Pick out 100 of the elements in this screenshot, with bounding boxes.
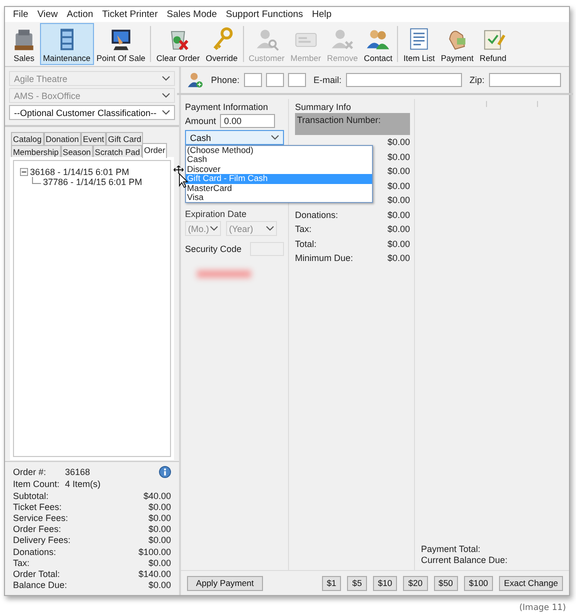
total-label: Current Balance Due:	[421, 555, 509, 566]
summary-amount: $100.00	[138, 546, 171, 557]
summary-label: Service Fees:	[13, 512, 68, 523]
menu-item[interactable]: File	[13, 9, 28, 20]
tab[interactable]: Event	[80, 132, 106, 145]
item-count-value: 4 Item(s)	[65, 479, 101, 489]
quick-amount-button[interactable]: $10	[372, 576, 398, 590]
summary-amount: $0.00	[387, 195, 410, 206]
tab[interactable]: Gift Card	[106, 132, 144, 145]
section-title: Summary Info	[295, 102, 352, 113]
summary-label: Order Total:	[13, 568, 60, 579]
summary-amount: $0.00	[387, 180, 410, 191]
summary-label: Delivery Fees:	[13, 535, 71, 546]
phone-prefix-field[interactable]	[266, 72, 284, 86]
summary-label: Ticket Fees:	[13, 502, 62, 512]
menu-item[interactable]: View	[37, 9, 58, 20]
info-icon[interactable]	[159, 466, 171, 478]
toolbar-button[interactable]: Maintenance	[40, 23, 94, 65]
expiration-date-label: Expiration Date	[185, 209, 248, 219]
summary-amount: $0.00	[387, 166, 410, 176]
toolbar-button[interactable]: Refund	[476, 23, 510, 65]
summary-amount: $0.00	[148, 512, 171, 523]
chevron-icon	[266, 226, 274, 231]
toolbar-button[interactable]: Point Of Sale	[94, 23, 148, 65]
payment-method-dropdown[interactable]: Cash	[185, 130, 284, 145]
apply-payment-button[interactable]: Apply Payment	[187, 576, 263, 590]
person-add-icon[interactable]	[187, 72, 203, 88]
chevron-icon	[162, 76, 170, 81]
security-code-label: Security Code	[185, 244, 242, 254]
toolbar-button[interactable]: Contact	[360, 23, 396, 65]
toolbar-button[interactable]: Payment	[438, 23, 477, 65]
tab[interactable]: Donation	[44, 132, 81, 145]
quick-amount-button[interactable]: $5	[347, 576, 367, 590]
quick-amount-button[interactable]: $50	[434, 576, 458, 590]
summary-amount: $0.00	[387, 224, 410, 234]
quick-amount-button[interactable]: Exact Change	[499, 576, 563, 590]
summary-label: Donations:	[13, 546, 56, 557]
menu-item[interactable]: Help	[312, 9, 332, 20]
summary-label: Donations:	[295, 210, 338, 220]
summary-amount: $0.00	[148, 558, 171, 568]
phone-label: Phone:	[211, 74, 240, 84]
section-title: Payment Information	[185, 102, 270, 113]
summary-amount: $0.00	[148, 580, 171, 590]
phone-number-field[interactable]	[288, 72, 306, 86]
tree-item[interactable]: 37786 - 1/14/15 6:01 PM	[43, 177, 142, 187]
email-field[interactable]	[346, 72, 462, 86]
menu-item[interactable]: Sales Mode	[166, 9, 217, 20]
summary-amount: $0.00	[387, 253, 410, 264]
tree-item[interactable]: 36168 - 1/14/15 6:01 PM	[30, 167, 130, 177]
summary-amount: $0.00	[387, 238, 410, 249]
order-number-label: Order #:	[13, 467, 48, 477]
tab[interactable]: Order	[142, 143, 168, 158]
toolbar-button[interactable]: Clear Order	[153, 23, 203, 65]
tab[interactable]: Catalog	[11, 132, 44, 145]
chevron-icon	[162, 110, 170, 115]
dropdown-option[interactable]: Visa	[186, 192, 372, 202]
zip-field[interactable]	[488, 72, 561, 86]
total-label: Payment Total:	[421, 544, 482, 555]
dropdown-field[interactable]: --Optional Customer Classification--	[9, 105, 175, 120]
dropdown-option[interactable]: MasterCard	[186, 184, 372, 193]
menu-item[interactable]: Support Functions	[226, 9, 304, 20]
amount-field[interactable]: 0.00	[220, 114, 276, 128]
toolbar-button[interactable]: Item List	[400, 23, 438, 65]
menu-item[interactable]: Action	[66, 9, 94, 20]
item-count-label: Item Count:	[13, 479, 61, 489]
image-caption: (Image 11)	[519, 603, 566, 613]
summary-label: Balance Due:	[13, 580, 68, 590]
quick-amount-button[interactable]: $1	[322, 576, 342, 590]
chevron-icon	[271, 135, 279, 140]
summary-label: Tax:	[295, 224, 312, 234]
summary-amount: $40.00	[143, 490, 171, 501]
summary-amount: $0.00	[148, 502, 171, 512]
transaction-number-banner: Transaction Number:	[295, 113, 410, 135]
dropdown-option[interactable]: (Choose Method)	[186, 146, 372, 156]
summary-amount: $0.00	[387, 137, 410, 148]
quick-amount-button[interactable]: $20	[403, 576, 428, 590]
phone-area-field[interactable]	[244, 72, 262, 86]
summary-label: Order Fees:	[13, 524, 62, 534]
chevron-icon	[162, 93, 170, 98]
menu-item[interactable]: Ticket Printer	[102, 9, 158, 20]
quick-amount-button[interactable]: $100	[464, 576, 494, 590]
summary-label: Total:	[295, 238, 317, 249]
summary-label: Minimum Due:	[295, 253, 354, 264]
blurred-mark	[197, 270, 251, 278]
summary-label: Subtotal:	[13, 490, 49, 501]
summary-amount: $0.00	[387, 210, 410, 220]
order-number-value: 36168	[65, 467, 90, 477]
dropdown-option[interactable]: Cash	[186, 155, 372, 165]
summary-amount: $0.00	[148, 535, 171, 546]
collapse-icon[interactable]	[20, 168, 28, 176]
zip-label: Zip:	[470, 74, 485, 84]
summary-amount: $0.00	[387, 152, 410, 162]
summary-label: Tax:	[13, 558, 30, 568]
chevron-icon	[210, 226, 218, 231]
dropdown-option[interactable]: Discover	[186, 164, 372, 174]
toolbar-button[interactable]: Override	[202, 23, 241, 65]
toolbar-button[interactable]: Sales	[8, 23, 40, 65]
summary-amount: $140.00	[138, 568, 171, 579]
amount-label: Amount	[185, 116, 216, 126]
email-label: E-mail:	[314, 74, 342, 84]
